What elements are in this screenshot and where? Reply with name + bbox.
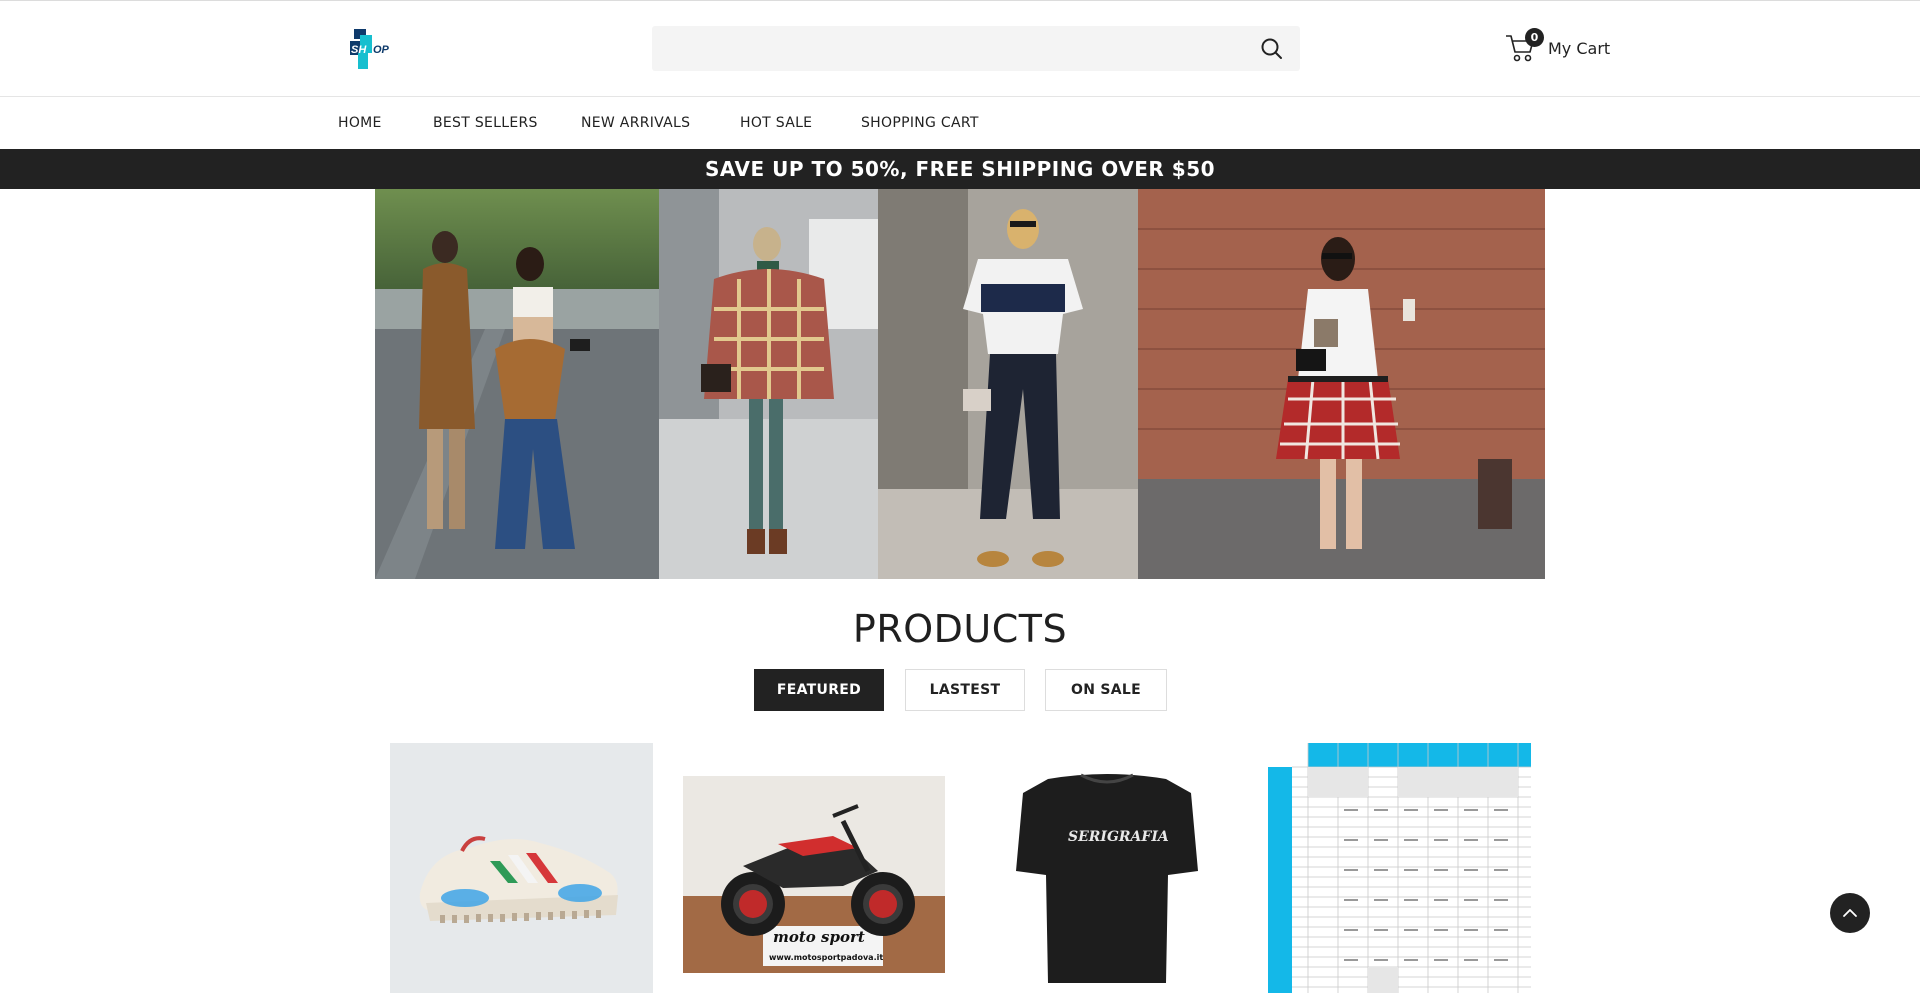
product-card-motorcycle[interactable]: moto sport www.motosportpadova.it xyxy=(683,776,945,973)
products-title: PRODUCTS xyxy=(852,607,1068,651)
tab-lastest[interactable]: LASTEST xyxy=(905,669,1025,711)
search-icon[interactable] xyxy=(1260,37,1284,61)
product-card-t-shirt[interactable]: SERIGRAFIA xyxy=(976,763,1238,993)
nav-item-best-sellers[interactable]: BEST SELLERS xyxy=(433,115,538,131)
tab-featured[interactable]: FEATURED xyxy=(754,669,884,711)
nav-item-home[interactable]: HOME xyxy=(338,115,382,131)
product-card-size-chart[interactable] xyxy=(1268,743,1531,993)
search-input[interactable] xyxy=(652,26,1242,71)
nav-item-new-arrivals[interactable]: NEW ARRIVALS xyxy=(581,115,690,131)
t-shirt-print-text: SERIGRAFIA xyxy=(1068,829,1169,845)
my-cart-button[interactable]: 0 My Cart xyxy=(1505,27,1615,67)
nav-item-shopping-cart[interactable]: SHOPPING CART xyxy=(861,115,979,131)
hero-image-plaid-skirt xyxy=(1138,189,1545,579)
motorcycle-brand-text: moto sport xyxy=(773,928,865,946)
svg-text:SH: SH xyxy=(351,44,367,56)
chevron-up-icon xyxy=(1843,909,1857,917)
hero-banner[interactable] xyxy=(375,189,1545,579)
nav-item-hot-sale[interactable]: HOT SALE xyxy=(740,115,812,131)
hero-image-striped-tee xyxy=(878,189,1138,579)
product-image-size-chart xyxy=(1268,743,1531,993)
main-nav: HOME BEST SELLERS NEW ARRIVALS HOT SALE … xyxy=(0,98,1920,149)
site-header: SH OP 0 My Cart xyxy=(0,1,1920,97)
shop-logo[interactable]: SH OP xyxy=(346,29,400,71)
product-image-sneaker xyxy=(390,743,653,993)
motorcycle-url-text: www.motosportpadova.it xyxy=(769,953,884,962)
search-bar xyxy=(652,26,1300,71)
hero-image-plaid-poncho xyxy=(659,189,878,579)
back-to-top-button[interactable] xyxy=(1830,893,1870,933)
cart-count-badge: 0 xyxy=(1525,28,1544,47)
cart-label: My Cart xyxy=(1548,39,1611,58)
product-image-t-shirt xyxy=(976,763,1238,993)
product-card-sneaker[interactable] xyxy=(390,743,653,993)
svg-text:OP: OP xyxy=(373,44,390,56)
promo-banner: SAVE UP TO 50%, FREE SHIPPING OVER $50 xyxy=(0,149,1920,189)
tab-on-sale[interactable]: ON SALE xyxy=(1045,669,1167,711)
hero-image-street-duo xyxy=(375,189,659,579)
